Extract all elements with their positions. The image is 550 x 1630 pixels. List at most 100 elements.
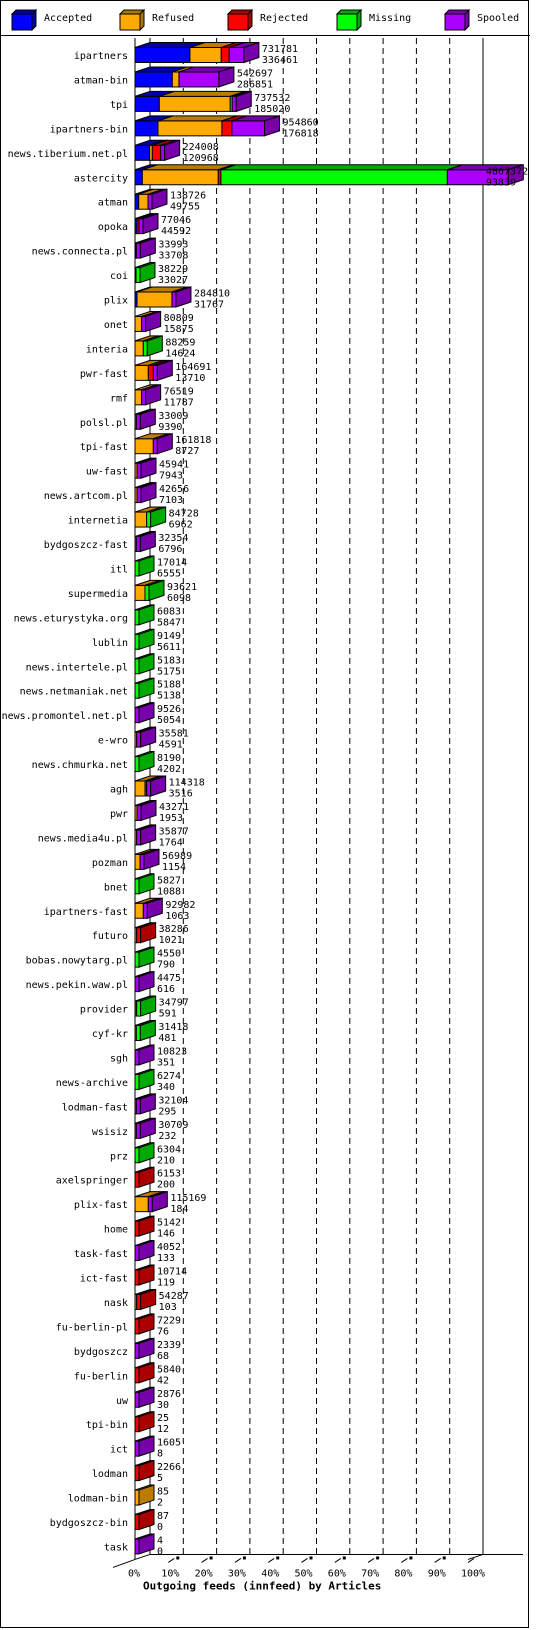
value-label-total: 31418 [158,1022,188,1033]
value-label-spooled: 33708 [158,251,188,262]
value-label-spooled: 49755 [170,202,200,213]
x-tick-label: 0% [128,1568,140,1579]
value-label-spooled: 616 [157,984,175,995]
x-tick-label: 10% [161,1568,179,1579]
category-label: ipartners [74,51,128,62]
value-label-spooled: 15875 [164,324,194,335]
value-label-total: 4550 [157,949,181,960]
category-label: rmf [110,393,128,404]
value-label-spooled: 5175 [157,666,181,677]
value-label-spooled: 1021 [159,935,183,946]
value-label-spooled: 12 [157,1424,169,1435]
tick-mark-40 [267,1558,275,1563]
x-tick-label: 20% [195,1568,213,1579]
bar-segment-accepted [134,95,160,112]
value-label-spooled: 6555 [157,568,181,579]
value-label-total: 80809 [164,313,194,324]
value-label-spooled: 9390 [158,422,182,433]
value-label-total: 9149 [157,631,181,642]
value-label-total: 8190 [157,753,181,764]
bar-segment-rejected [220,47,230,63]
bar-segment-refused [134,511,148,528]
value-label-spooled: 185020 [254,104,290,115]
bar-segment-missing [134,1147,140,1164]
value-label-spooled: 42 [157,1375,169,1386]
bar-segment-spooled [142,902,148,919]
category-label: tpi-fast [80,442,128,453]
bar-segment-rejected [136,1293,142,1310]
bar-segment-refused [157,120,223,137]
category-label: bydgoszcz-bin [50,1518,128,1529]
value-label-spooled: 6962 [169,520,193,531]
category-label: task-fast [74,1249,128,1260]
bar-segment-spooled [139,853,145,870]
x-tick-label: 40% [261,1568,279,1579]
value-label-total: 6304 [157,1144,181,1155]
bar-segment-spooled [135,1122,141,1139]
value-label-spooled: 2 [157,1498,163,1509]
value-label-total: 5827 [157,875,181,886]
category-label: news.chmurka.net [32,760,128,771]
value-label-total: 87 [157,1511,169,1522]
category-label: news.tiberium.net.pl [8,149,128,160]
value-label-total: 1605 [157,1438,181,1449]
value-label-spooled: 30 [157,1400,169,1411]
value-label-spooled: 3516 [169,789,193,800]
category-label: futuro [92,931,128,942]
tick-dot-30 [242,1556,246,1560]
bar-segment-accepted [134,47,191,63]
bar-segment-missing [134,658,140,675]
bar-segment-accepted [134,144,151,161]
tick-mark-70 [367,1558,375,1563]
category-label: ict [110,1445,128,1456]
value-label-total: 38229 [158,264,188,275]
category-label: pozman [92,858,128,869]
bar-segment-spooled [141,315,147,332]
value-label-spooled: 76 [157,1326,169,1337]
bar-segment-missing [144,584,150,601]
category-label: provider [80,1005,128,1016]
value-label-spooled: 146 [157,1229,175,1240]
value-label-total: 114318 [169,778,205,789]
bar-segment-spooled [134,976,140,993]
category-label: fu-berlin [74,1371,128,1382]
category-label: news-archive [56,1078,128,1089]
bar-segment-spooled [136,804,142,821]
bar-segment-accepted [134,193,140,210]
tick-dot-40 [276,1556,280,1560]
category-label: news.intertele.pl [26,662,128,673]
value-label-spooled: 4202 [157,764,181,775]
value-label-total: 2266 [157,1462,181,1473]
bar-segment-accepted [134,120,159,137]
value-label-spooled: 93839 [486,177,516,188]
bar-segment-spooled [178,71,220,88]
value-label-total: 4052 [157,1242,181,1253]
x-tick-label: 50% [295,1568,313,1579]
tick-mark-60 [334,1558,342,1563]
bar-segment-rejected [136,927,142,944]
bar-segment-rejected [134,1465,140,1482]
floor-left-edge [134,1553,151,1560]
bar-segment-spooled [152,364,158,381]
value-label-total: 138726 [170,191,206,202]
value-label-total: 85 [157,1487,169,1498]
value-label-total: 4 [157,1535,163,1546]
bar-segment-spooled [136,462,142,479]
bar-segment-missing [134,1073,140,1090]
value-label-spooled: 119 [157,1278,175,1289]
bar-segment-rejected [147,364,154,381]
category-label: news.netmaniak.net [20,687,128,698]
category-label: pwr [110,809,128,820]
value-label-total: 6274 [157,1071,181,1082]
bar-segment-refused [134,1196,149,1213]
bar-segment-refused [134,315,143,332]
bar-segment-spooled [146,780,152,797]
value-label-spooled: 200 [157,1180,175,1191]
value-label-spooled: 8 [157,1449,163,1460]
category-label: home [104,1225,128,1236]
value-label-total: 2339 [157,1340,181,1351]
value-label-total: 32104 [158,1095,188,1106]
bar-segment-refused [158,95,231,112]
value-label-total: 38286 [159,924,189,935]
bar-segment-spooled [134,1440,140,1457]
